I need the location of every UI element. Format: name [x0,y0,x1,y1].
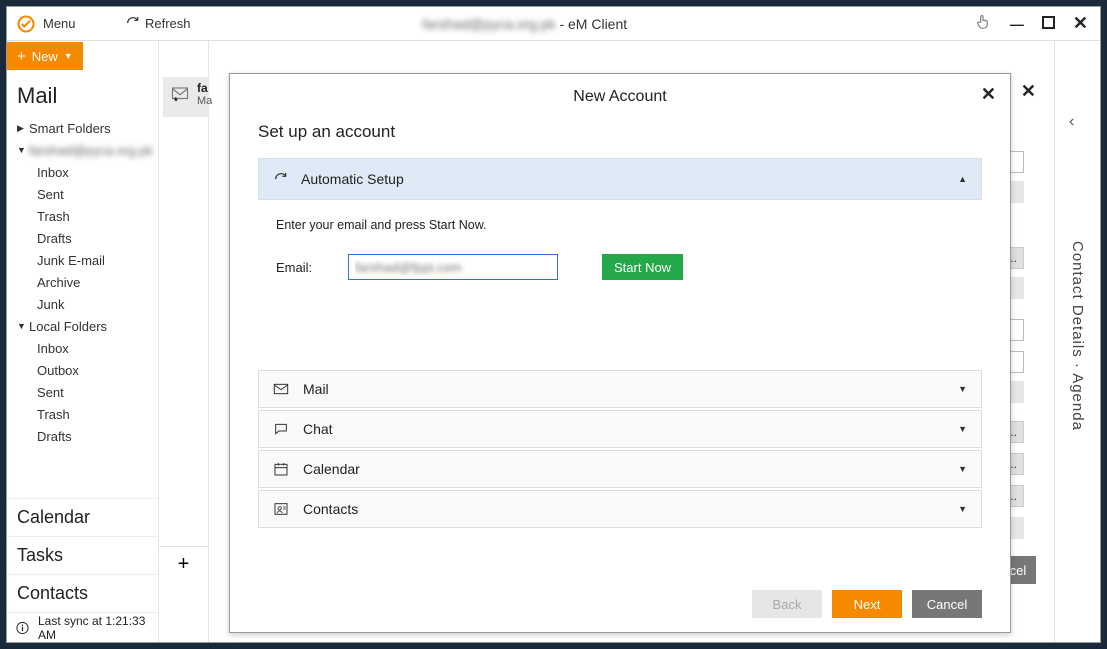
email-label: Email: [276,260,316,275]
details-close-icon[interactable]: ✕ [1021,81,1036,102]
account-node[interactable]: ▼farshad@pyca.org.pk [7,139,158,161]
caret-down-icon: ▼ [958,464,967,474]
caret-down-icon: ▼ [958,504,967,514]
folder-tree: ▶Smart Folders ▼farshad@pyca.org.pk Inbo… [7,117,158,447]
sync-status: Last sync at 1:21:33 AM [7,612,158,642]
section-mail[interactable]: Mail [7,71,158,117]
minimize-button[interactable]: — [1010,16,1024,32]
new-button[interactable]: +New▼ [7,42,83,70]
category-mail[interactable]: Mail ▼ [258,370,982,408]
nav-contacts[interactable]: Contacts [7,574,158,612]
start-now-button[interactable]: Start Now [602,254,683,280]
folder-archive[interactable]: Archive [7,271,158,293]
local-sent[interactable]: Sent [7,381,158,403]
mail-icon [273,381,289,397]
bottom-nav: Calendar Tasks Contacts [7,498,158,612]
add-column-button[interactable]: + [159,546,208,582]
local-outbox[interactable]: Outbox [7,359,158,381]
refresh-icon [273,171,289,187]
content-area: Refresh ★ fa Ma + s... [159,41,1055,642]
back-button[interactable]: Back [752,590,822,618]
nav-tasks[interactable]: Tasks [7,536,158,574]
svg-text:★: ★ [173,97,178,104]
sidebar: +New▼ Mail ▶Smart Folders ▼farshad@pyca.… [7,41,159,642]
dialog-close-icon[interactable]: ✕ [981,84,996,105]
local-inbox[interactable]: Inbox [7,337,158,359]
cancel-button[interactable]: Cancel [912,590,982,618]
maximize-button[interactable] [1042,16,1055,32]
smart-folders[interactable]: ▶Smart Folders [7,117,158,139]
app-logo-icon [15,13,37,35]
window-title: farshad@pyca.org.pk - eM Client [76,16,974,32]
menu-button[interactable]: Menu [43,16,76,31]
close-button[interactable]: ✕ [1073,13,1088,34]
right-sidebar: ‹ Contact Details · Agenda [1055,41,1100,642]
caret-up-icon: ▲ [958,174,967,184]
caret-down-icon: ▼ [958,424,967,434]
app-window: Menu farshad@pyca.org.pk - eM Client — ✕… [6,6,1101,643]
envelope-icon: ★ [169,83,191,105]
instruction-text: Enter your email and press Start Now. [276,218,982,232]
local-folders[interactable]: ▼Local Folders [7,315,158,337]
collapse-chevron-icon[interactable]: ‹ [1069,113,1074,131]
folder-junk[interactable]: Junk [7,293,158,315]
email-input[interactable] [348,254,558,280]
right-sidebar-label[interactable]: Contact Details · Agenda [1069,241,1086,431]
nav-calendar[interactable]: Calendar [7,498,158,536]
caret-down-icon: ▼ [958,384,967,394]
refresh-button[interactable]: Refresh [125,15,191,31]
touch-mode-icon[interactable] [974,13,992,34]
message-list: ★ fa Ma + [159,41,209,642]
next-button[interactable]: Next [832,590,902,618]
folder-drafts[interactable]: Drafts [7,227,158,249]
contacts-icon [273,501,289,517]
automatic-setup-section[interactable]: Automatic Setup ▲ [258,158,982,200]
category-contacts[interactable]: Contacts ▼ [258,490,982,528]
chat-icon [273,421,289,437]
message-item[interactable]: ★ fa Ma [163,77,209,117]
folder-trash[interactable]: Trash [7,205,158,227]
local-drafts[interactable]: Drafts [7,425,158,447]
setup-heading: Set up an account [258,122,982,142]
folder-sent[interactable]: Sent [7,183,158,205]
folder-junkemail[interactable]: Junk E-mail [7,249,158,271]
local-trash[interactable]: Trash [7,403,158,425]
category-calendar[interactable]: Calendar ▼ [258,450,982,488]
category-chat[interactable]: Chat ▼ [258,410,982,448]
new-account-dialog: New Account ✕ Set up an account Automati… [229,73,1011,633]
calendar-icon [273,461,289,477]
dialog-title: New Account [230,74,1010,112]
folder-inbox[interactable]: Inbox [7,161,158,183]
